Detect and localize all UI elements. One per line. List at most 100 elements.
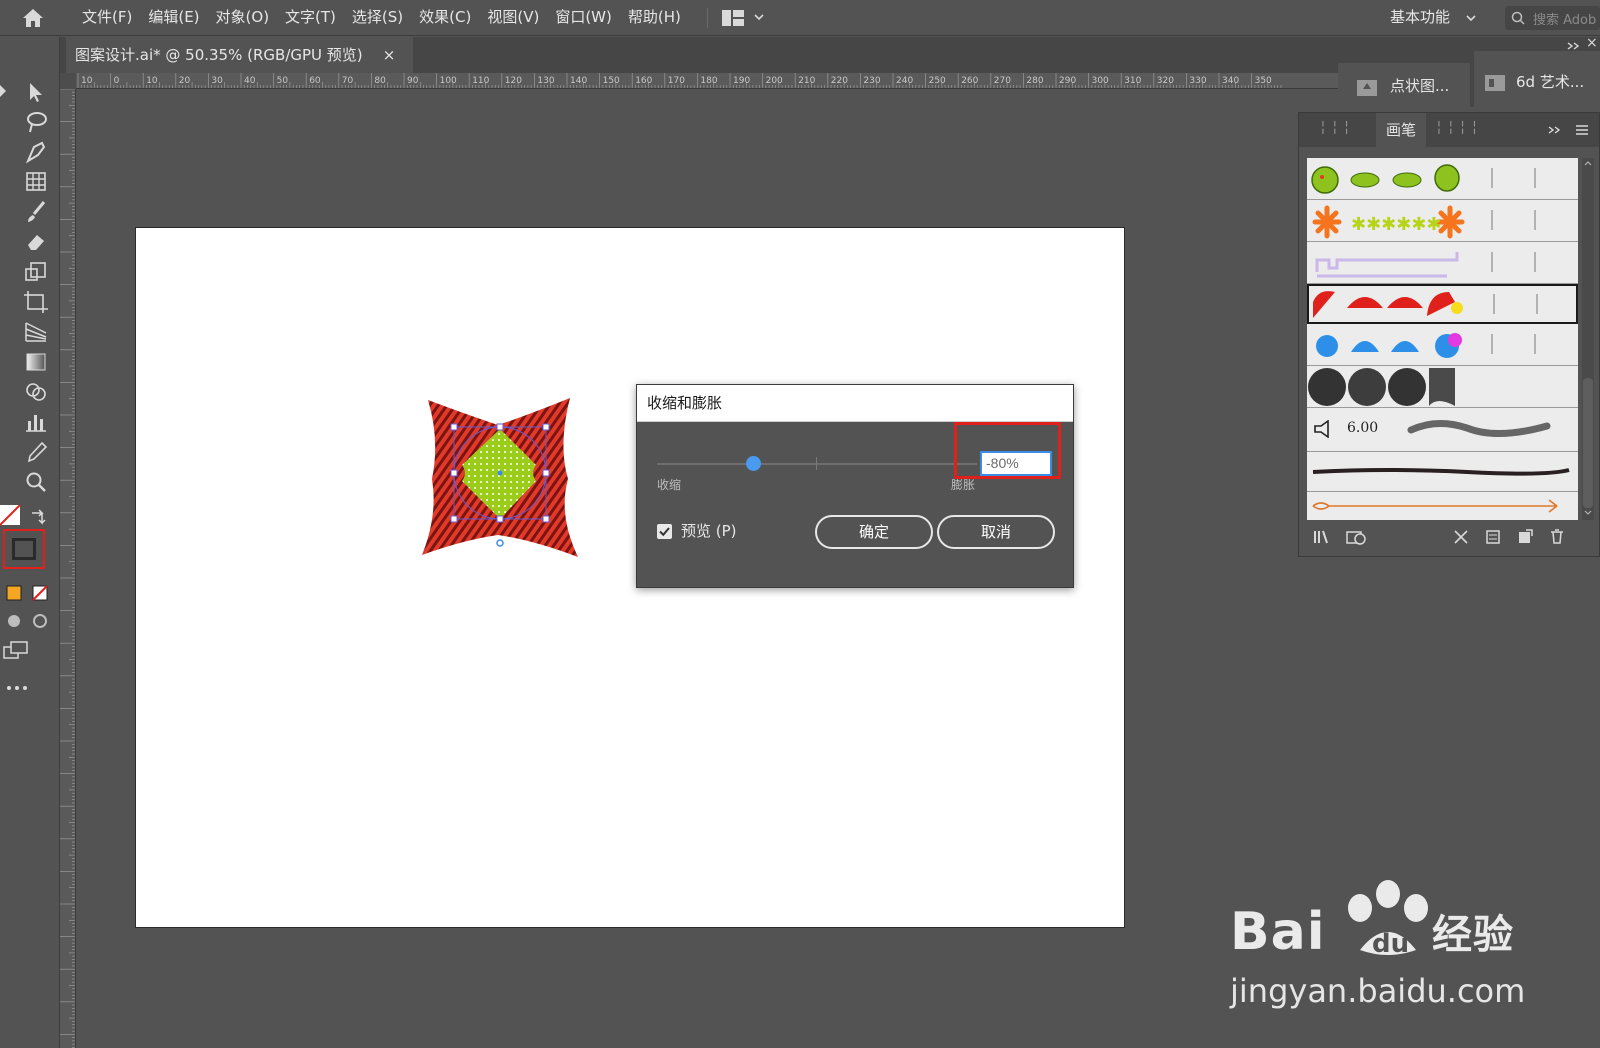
gradient-tool-icon[interactable] <box>22 349 50 375</box>
scroll-thumb[interactable] <box>1583 378 1593 508</box>
brush-row-keypattern[interactable] <box>1307 242 1578 284</box>
ruler-label: 90 <box>407 76 419 86</box>
search-field[interactable]: 搜索 Adob <box>1505 6 1600 30</box>
brush-list-scrollbar[interactable] <box>1582 158 1594 520</box>
libraries-panel-icon[interactable] <box>1345 528 1367 546</box>
symbol-icon <box>1357 80 1377 96</box>
menu-help[interactable]: 帮助(H) <box>628 0 690 36</box>
table-grid-tool-icon[interactable] <box>22 169 50 195</box>
brush-row-teacups[interactable] <box>1307 158 1578 200</box>
pressure-brush-icon <box>1314 420 1329 438</box>
slider-thumb[interactable] <box>745 456 761 471</box>
delete-brush-icon[interactable] <box>1549 528 1565 545</box>
art-brush-panel-tab[interactable]: 6d 艺术... <box>1474 51 1600 107</box>
double-chevron-icon[interactable] <box>1547 125 1561 135</box>
ruler-label: 100 <box>440 76 457 86</box>
arrow-brush-preview <box>1312 499 1558 513</box>
menu-view[interactable]: 视图(V) <box>487 0 548 36</box>
preview-checkbox[interactable] <box>657 524 672 539</box>
brush-options-icon[interactable] <box>1485 529 1501 545</box>
search-icon <box>1511 11 1525 25</box>
arrange-documents-icon[interactable] <box>722 10 744 26</box>
amount-input[interactable]: -80% <box>980 451 1052 476</box>
menu-file[interactable]: 文件(F) <box>82 0 141 36</box>
chevron-down-icon[interactable] <box>754 12 764 22</box>
lasso-tool-icon[interactable] <box>22 109 50 135</box>
none-mode-icon[interactable] <box>32 585 48 601</box>
draw-behind-icon[interactable] <box>32 613 48 629</box>
eraser-tool-icon[interactable] <box>22 229 50 255</box>
brush-libraries-icon[interactable] <box>1313 529 1333 545</box>
remove-brush-stroke-icon[interactable] <box>1453 529 1469 545</box>
tab-brushes[interactable]: 画笔 <box>1376 113 1426 147</box>
close-tab-icon[interactable]: × <box>380 37 398 73</box>
perspective-grid-tool-icon[interactable] <box>22 319 50 345</box>
column-graph-tool-icon[interactable] <box>22 409 50 435</box>
panel-menu-icon[interactable] <box>1575 124 1589 136</box>
workspace-switcher[interactable]: 基本功能 <box>1390 0 1450 34</box>
brush-row-blue-petals[interactable] <box>1307 324 1578 366</box>
brush-row-halftone[interactable] <box>1307 366 1578 408</box>
close-panels-icon[interactable]: × <box>1586 35 1598 51</box>
screen-mode-icon[interactable] <box>2 639 30 661</box>
zoom-tool-icon[interactable] <box>22 469 50 495</box>
ruler-label: 270 <box>994 76 1011 86</box>
free-transform-tool-icon[interactable] <box>22 289 50 315</box>
selection-tool-icon[interactable] <box>0 79 14 105</box>
shape-builder-tool-icon[interactable] <box>22 379 50 405</box>
stroke-box <box>12 538 36 560</box>
fill-none-swatch-icon[interactable] <box>0 505 22 527</box>
cancel-button[interactable]: 取消 <box>937 515 1055 549</box>
direct-selection-tool-icon[interactable] <box>22 79 50 105</box>
menu-edit[interactable]: 编辑(E) <box>148 0 208 36</box>
color-mode-icon[interactable] <box>6 585 22 601</box>
ruler-label: 280 <box>1026 76 1043 86</box>
brush-size-value: 6.00 <box>1347 420 1379 436</box>
stroke-color-swatch[interactable] <box>3 529 45 569</box>
menu-select[interactable]: 选择(S) <box>352 0 412 36</box>
brush-row-flowers[interactable]: ✱✱✱✱✱✱ <box>1307 200 1578 242</box>
home-icon[interactable] <box>22 8 44 28</box>
menu-object[interactable]: 对象(O) <box>216 0 279 36</box>
ruler-label: 260 <box>961 76 978 86</box>
horizontal-ruler[interactable]: 10 0 10 20 30 40 50 60 70 80 90 100 110 120 130 140 150 1… <box>76 73 1338 89</box>
ruler-label: 110 <box>472 76 489 86</box>
paintbrush-tool-icon[interactable] <box>22 199 50 225</box>
baidu-jingyan-watermark: du Bai 经验 jingyan.baidu.com <box>1230 880 1525 1020</box>
art-brush-icon <box>1485 75 1505 91</box>
symbol-sprayer-panel-tab[interactable]: 点状图... <box>1338 63 1470 107</box>
dialog-title[interactable]: 收缩和膨胀 <box>637 385 1073 422</box>
brush-row-fans-selected[interactable] <box>1307 284 1578 324</box>
menu-effect[interactable]: 效果(C) <box>419 0 480 36</box>
ruler-origin[interactable] <box>60 73 76 89</box>
swap-fill-stroke-icon[interactable] <box>26 505 54 531</box>
document-tab[interactable]: 图案设计.ai* @ 50.35% (RGB/GPU 预览) × <box>66 37 413 73</box>
chevron-down-icon[interactable] <box>1466 13 1476 23</box>
scroll-up-icon[interactable] <box>1584 160 1592 166</box>
ruler-label: 320 <box>1157 76 1174 86</box>
menu-window[interactable]: 窗口(W) <box>555 0 621 36</box>
expand-panels-icon[interactable] <box>1566 41 1580 51</box>
curvature-tool-icon[interactable] <box>22 139 50 165</box>
eyedropper-tool-icon[interactable] <box>22 439 50 465</box>
hidden-tabs-right[interactable]: ╎╎╎╎ <box>1435 121 1482 136</box>
selected-artwork[interactable] <box>418 395 582 563</box>
keypattern-brush-preview <box>1315 252 1536 278</box>
menu-type[interactable]: 文字(T) <box>285 0 345 36</box>
checkmark-icon <box>659 527 670 537</box>
halftone-brush-preview <box>1308 368 1455 406</box>
slider-track[interactable] <box>657 463 977 465</box>
new-brush-icon[interactable] <box>1517 529 1533 545</box>
brush-row-charcoal[interactable] <box>1307 452 1578 492</box>
scale-tool-icon[interactable] <box>22 259 50 285</box>
ok-button[interactable]: 确定 <box>815 515 933 549</box>
preview-label[interactable]: 预览 (P) <box>681 520 737 541</box>
mini-panel-label: 6d 艺术... <box>1516 73 1585 91</box>
brush-row-arrow[interactable] <box>1307 492 1578 520</box>
vertical-ruler[interactable] <box>60 89 76 1048</box>
scroll-down-icon[interactable] <box>1584 510 1592 516</box>
draw-normal-icon[interactable] <box>6 613 24 629</box>
hidden-tabs-left[interactable]: ╎╎╎ <box>1319 121 1354 136</box>
more-tools-icon[interactable] <box>6 683 28 693</box>
brush-row-calligraphic[interactable]: 6.00 <box>1307 408 1578 452</box>
